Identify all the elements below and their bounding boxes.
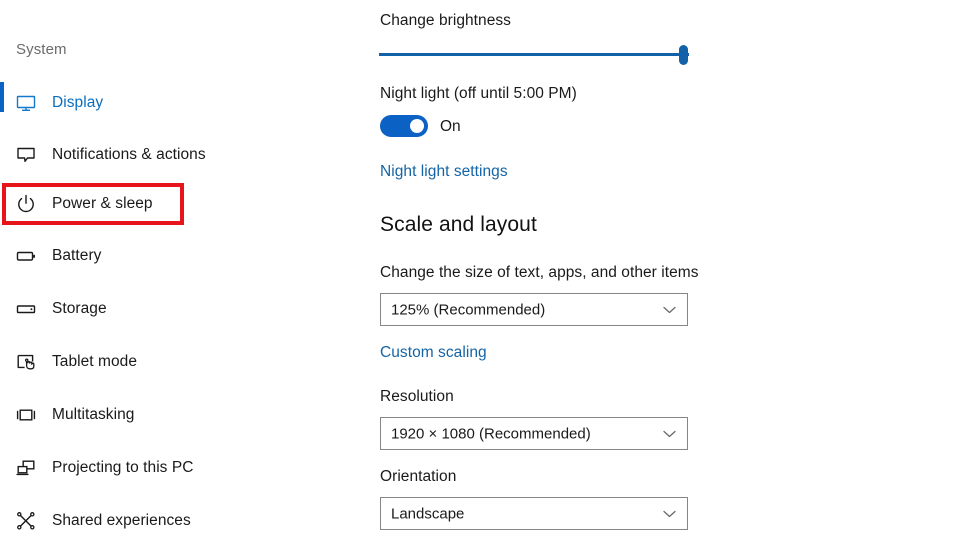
night-light-toggle[interactable]: [380, 115, 428, 137]
sidebar-item-display[interactable]: Display: [0, 82, 300, 124]
night-light-settings-link[interactable]: Night light settings: [380, 163, 508, 181]
sidebar-item-multitasking[interactable]: Multitasking: [0, 394, 300, 436]
sidebar-item-projecting-to-this-pc[interactable]: Projecting to this PC: [0, 447, 300, 489]
shared-nodes-icon: [14, 509, 38, 533]
resolution-label: Resolution: [380, 388, 454, 405]
chevron-down-icon: [663, 510, 676, 518]
display-settings-panel: Change brightness Night light (off until…: [360, 0, 959, 540]
chevron-down-icon: [663, 306, 676, 314]
battery-icon: [14, 244, 38, 268]
scale-size-label: Change the size of text, apps, and other…: [380, 264, 699, 281]
sidebar-item-label: Projecting to this PC: [52, 459, 194, 476]
sidebar-item-label: Notifications & actions: [52, 146, 206, 163]
chevron-down-icon: [663, 430, 676, 438]
settings-sidebar: System Display Notifications & actions P…: [0, 0, 360, 540]
power-icon: [14, 192, 38, 216]
sidebar-item-label: Storage: [52, 300, 107, 317]
orientation-label: Orientation: [380, 468, 457, 485]
brightness-slider[interactable]: [379, 44, 689, 66]
sidebar-item-shared-experiences[interactable]: Shared experiences: [0, 500, 300, 542]
projecting-icon: [14, 456, 38, 480]
orientation-dropdown[interactable]: Landscape: [380, 497, 688, 530]
multitasking-icon: [14, 403, 38, 427]
sidebar-item-label: Multitasking: [52, 406, 135, 423]
sidebar-item-label: Shared experiences: [52, 512, 191, 529]
resolution-dropdown[interactable]: 1920 × 1080 (Recommended): [380, 417, 688, 450]
custom-scaling-link[interactable]: Custom scaling: [380, 344, 487, 362]
sidebar-item-label: Display: [52, 94, 104, 111]
scale-dropdown[interactable]: 125% (Recommended): [380, 293, 688, 326]
sidebar-item-battery[interactable]: Battery: [0, 235, 300, 277]
monitor-icon: [14, 91, 38, 115]
tablet-hand-icon: [14, 350, 38, 374]
speech-bubble-icon: [14, 143, 38, 167]
night-light-toggle-knob: [410, 119, 424, 133]
sidebar-item-tablet-mode[interactable]: Tablet mode: [0, 341, 300, 383]
night-light-toggle-state: On: [440, 118, 461, 135]
sidebar-item-label: Tablet mode: [52, 353, 137, 370]
brightness-slider-track: [379, 53, 689, 56]
sidebar-category-title: System: [16, 41, 67, 58]
night-light-label: Night light (off until 5:00 PM): [380, 85, 577, 102]
scale-and-layout-heading: Scale and layout: [380, 213, 537, 236]
orientation-dropdown-value: Landscape: [391, 505, 465, 522]
resolution-dropdown-value: 1920 × 1080 (Recommended): [391, 425, 591, 442]
sidebar-item-storage[interactable]: Storage: [0, 288, 300, 330]
sidebar-item-power-and-sleep[interactable]: Power & sleep: [0, 183, 300, 225]
brightness-label: Change brightness: [380, 12, 511, 29]
sidebar-item-notifications-and-actions[interactable]: Notifications & actions: [0, 134, 300, 176]
storage-drive-icon: [14, 297, 38, 321]
sidebar-item-label: Power & sleep: [52, 195, 153, 212]
scale-dropdown-value: 125% (Recommended): [391, 301, 546, 318]
sidebar-item-label: Battery: [52, 247, 102, 264]
brightness-slider-thumb[interactable]: [679, 45, 688, 65]
